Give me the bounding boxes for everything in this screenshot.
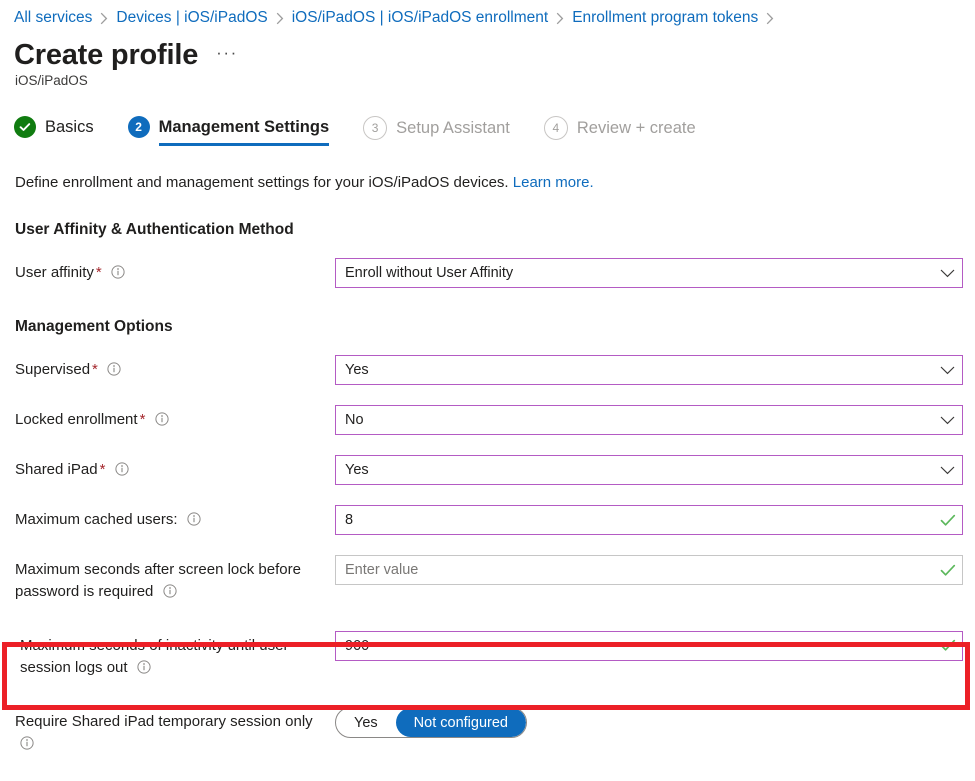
label-text: Maximum seconds after screen lock before… (15, 561, 301, 601)
required-indicator: * (92, 361, 98, 379)
step-number-badge: 4 (543, 116, 568, 141)
field-label-user-affinity: User affinity * (15, 258, 335, 284)
chevron-down-icon[interactable] (932, 269, 962, 278)
textbox-value: 900 (345, 637, 370, 654)
valid-check-icon (934, 514, 962, 527)
required-indicator: * (95, 264, 102, 282)
chevron-right-icon (100, 12, 108, 25)
field-label-locked-enrollment: Locked enrollment * (15, 405, 335, 431)
info-icon[interactable] (107, 362, 121, 377)
label-text: Maximum cached users: (15, 511, 178, 529)
label-text: Maximum seconds of inactivity until user… (20, 636, 289, 676)
dropdown-locked-enrollment[interactable]: No (335, 405, 963, 436)
wizard-step-review-create[interactable]: 4 Review + create (543, 116, 696, 148)
textbox-placeholder: Enter value (345, 562, 419, 579)
description-text: Define enrollment and management setting… (15, 174, 509, 192)
field-label-supervised: Supervised * (15, 355, 335, 381)
form-row-max-seconds-inactivity: Maximum seconds of inactivity until user… (15, 630, 975, 679)
dropdown-value: Yes (345, 362, 369, 379)
field-label-temporary-session-only: Require Shared iPad temporary session on… (15, 707, 335, 755)
form-row-supervised: Supervised * Yes (15, 355, 975, 386)
textbox-max-seconds-screen-lock[interactable]: Enter value (335, 555, 963, 586)
chevron-right-icon (556, 12, 564, 25)
settings-form: User Affinity & Authentication Method Us… (0, 221, 975, 755)
wizard-step-label: Basics (45, 117, 94, 136)
label-text: User affinity (15, 264, 94, 282)
section-heading-management-options: Management Options (15, 318, 173, 336)
dropdown-supervised[interactable]: Yes (335, 355, 963, 386)
dropdown-value: Yes (345, 462, 369, 479)
textbox-value: 8 (345, 512, 354, 529)
dropdown-user-affinity[interactable]: Enroll without User Affinity (335, 258, 963, 289)
toggle-option-yes[interactable]: Yes (336, 708, 396, 737)
info-icon[interactable] (20, 736, 34, 750)
textbox-max-seconds-inactivity[interactable]: 900 (335, 630, 963, 661)
step-number-badge: 3 (363, 116, 388, 141)
breadcrumb-item-ios-enrollment[interactable]: iOS/iPadOS | iOS/iPadOS enrollment (292, 9, 548, 27)
page-subtitle: iOS/iPadOS (15, 73, 88, 89)
valid-check-icon (934, 564, 962, 577)
form-row-max-cached-users: Maximum cached users: 8 (15, 505, 975, 536)
field-label-shared-ipad: Shared iPad * (15, 455, 335, 481)
chevron-down-icon[interactable] (932, 416, 962, 425)
label-text: Require Shared iPad temporary session on… (15, 713, 313, 731)
required-indicator: * (99, 461, 106, 479)
dropdown-value: Enroll without User Affinity (345, 265, 514, 282)
wizard-step-basics[interactable]: Basics (14, 116, 94, 146)
overflow-indicator (967, 4, 973, 26)
info-icon[interactable] (114, 462, 129, 477)
chevron-down-icon[interactable] (932, 466, 962, 475)
form-row-temporary-session-only: Require Shared iPad temporary session on… (15, 707, 975, 755)
info-icon[interactable] (111, 265, 125, 280)
chevron-right-icon (276, 12, 284, 25)
form-row-locked-enrollment: Locked enrollment * No (15, 405, 975, 436)
valid-check-icon (934, 639, 962, 652)
form-row-shared-ipad: Shared iPad * Yes (15, 455, 975, 486)
chevron-right-icon (766, 12, 774, 25)
field-label-max-cached-users: Maximum cached users: (15, 505, 335, 531)
wizard-step-label: Management Settings (158, 117, 330, 136)
dropdown-value: No (345, 412, 364, 429)
field-label-max-seconds-screen-lock: Maximum seconds after screen lock before… (15, 555, 335, 603)
breadcrumb-item-devices[interactable]: Devices | iOS/iPadOS (116, 9, 267, 27)
textbox-max-cached-users[interactable]: 8 (335, 505, 963, 536)
form-row-user-affinity: User affinity * Enroll without User Affin… (15, 258, 975, 289)
toggle-temporary-session-only[interactable]: Yes Not configured (335, 707, 527, 739)
label-text: Supervised (15, 361, 91, 379)
wizard-step-management-settings[interactable]: 2 Management Settings (127, 116, 330, 147)
info-icon[interactable] (187, 512, 201, 527)
more-options-button[interactable]: ··· (216, 43, 238, 63)
info-icon[interactable] (162, 584, 177, 598)
info-icon[interactable] (154, 412, 169, 427)
form-row-max-seconds-screen-lock: Maximum seconds after screen lock before… (15, 555, 975, 603)
wizard-step-label: Review + create (576, 118, 696, 137)
breadcrumb: All services Devices | iOS/iPadOS iOS/iP… (0, 0, 975, 30)
check-circle-icon (14, 116, 36, 139)
page-header: Create profile ··· (0, 30, 975, 71)
wizard-steps: Basics 2 Management Settings 3 Setup Ass… (0, 88, 975, 164)
wizard-step-setup-assistant[interactable]: 3 Setup Assistant (363, 116, 510, 148)
step-number-badge: 2 (127, 116, 150, 139)
chevron-down-icon[interactable] (932, 366, 962, 375)
active-step-underline (158, 143, 330, 147)
learn-more-link[interactable]: Learn more. (513, 174, 594, 191)
field-label-max-seconds-inactivity: Maximum seconds of inactivity until user… (15, 631, 335, 679)
label-text: Locked enrollment (15, 411, 138, 429)
breadcrumb-item-all-services[interactable]: All services (14, 9, 92, 27)
breadcrumb-item-enrollment-program-tokens[interactable]: Enrollment program tokens (572, 9, 758, 27)
required-indicator: * (139, 411, 146, 429)
label-text: Shared iPad (15, 461, 98, 479)
dropdown-shared-ipad[interactable]: Yes (335, 455, 963, 486)
info-icon[interactable] (137, 660, 151, 674)
page-description: Define enrollment and management setting… (0, 164, 975, 191)
page-title: Create profile (14, 39, 199, 71)
section-heading-user-affinity: User Affinity & Authentication Method (15, 221, 294, 239)
toggle-option-not-configured[interactable]: Not configured (395, 708, 526, 738)
wizard-step-label: Setup Assistant (396, 118, 510, 137)
